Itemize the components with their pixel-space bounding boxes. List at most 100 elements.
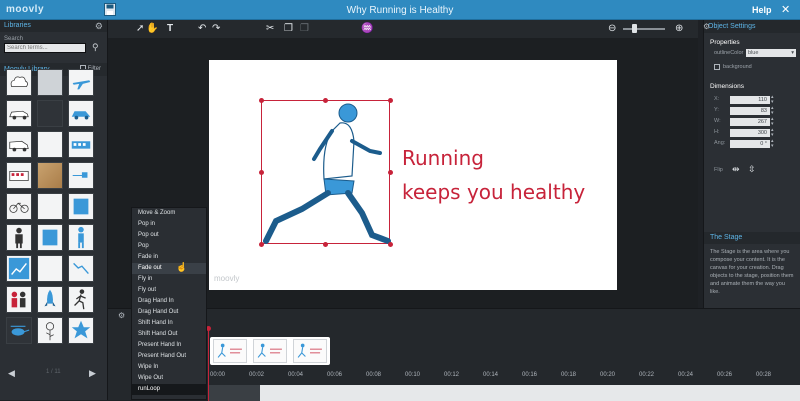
dimension-value-input[interactable]: 300 — [730, 129, 770, 137]
animation-menu-item[interactable]: runLoop — [132, 384, 206, 395]
playhead[interactable] — [206, 326, 211, 401]
asset-rocket[interactable] — [37, 286, 63, 313]
close-icon[interactable]: ✕ — [781, 3, 790, 16]
outline-color-select[interactable]: blue ▾ — [746, 49, 796, 57]
animation-menu-item[interactable]: Fly out — [132, 285, 206, 296]
asset-wood-texture[interactable] — [37, 162, 63, 189]
asset-car[interactable] — [6, 100, 32, 127]
asset-chart-up[interactable] — [6, 255, 32, 282]
undo-icon[interactable]: ↶ — [198, 23, 206, 34]
prev-page-arrow-icon[interactable]: ◀ — [8, 368, 15, 379]
hand-tool-icon[interactable]: ✋ — [146, 23, 158, 34]
asset-people[interactable] — [6, 286, 32, 313]
asset-blank-white[interactable] — [37, 131, 63, 158]
resize-handle-br[interactable] — [388, 242, 393, 247]
resize-handle-tm[interactable] — [323, 98, 328, 103]
asset-car-blue[interactable] — [68, 100, 94, 127]
animation-menu-item[interactable]: Drag Hand Out — [132, 307, 206, 318]
stage-canvas[interactable]: Running keeps you healthy moovly — [209, 60, 617, 290]
asset-chart-down[interactable] — [68, 255, 94, 282]
asset-runner[interactable] — [68, 286, 94, 313]
animation-menu-item[interactable]: Pop in — [132, 219, 206, 230]
animation-menu-item[interactable]: Present Hand Out — [132, 351, 206, 362]
asset-bicycle[interactable] — [6, 193, 32, 220]
resize-handle-bl[interactable] — [259, 242, 264, 247]
stepper-icon[interactable]: ▴ ▾ — [771, 128, 776, 138]
asset-plug[interactable] — [68, 162, 94, 189]
zoom-slider-knob[interactable] — [632, 24, 637, 33]
selection-box[interactable] — [261, 100, 391, 245]
runner-illustration[interactable] — [262, 101, 391, 245]
thumbnail-frame[interactable] — [253, 339, 287, 363]
cut-icon[interactable]: ✂ — [266, 23, 274, 34]
background-checkbox[interactable] — [714, 63, 720, 70]
stepper-icon[interactable]: ▴ ▾ — [771, 106, 776, 116]
asset-cloud[interactable] — [6, 69, 32, 96]
dimension-value-input[interactable]: 83 — [730, 107, 770, 115]
search-icon[interactable]: ⚲ — [92, 42, 99, 53]
dimension-value-input[interactable]: 110 — [730, 96, 770, 104]
document-title[interactable]: Why Running is Healthy — [0, 5, 800, 16]
asset-dark-tile[interactable] — [37, 100, 63, 127]
animation-menu-item[interactable]: Fade in — [132, 252, 206, 263]
flip-vertical-icon[interactable]: ⇳ — [748, 164, 756, 175]
copy-icon[interactable]: ❐ — [284, 23, 293, 34]
animation-menu-item[interactable]: Fade out — [132, 263, 206, 274]
asset-blue-square[interactable] — [68, 193, 94, 220]
stepper-icon[interactable]: ▴ ▾ — [771, 95, 776, 105]
timeline-segment[interactable] — [208, 385, 260, 401]
animation-menu-item[interactable]: Shift Hand In — [132, 318, 206, 329]
animation-menu-item[interactable]: Wipe In — [132, 362, 206, 373]
paste-icon[interactable]: ❐ — [300, 23, 309, 34]
asset-person-blue[interactable] — [68, 224, 94, 251]
help-button[interactable]: Help — [752, 5, 772, 15]
zoom-slider-track[interactable] — [623, 28, 665, 30]
dimension-value-input[interactable]: 267 — [730, 118, 770, 126]
timeline-thumbnails[interactable] — [210, 337, 330, 365]
asset-businessman[interactable] — [6, 224, 32, 251]
stage-text-line1[interactable]: Running — [402, 146, 484, 170]
dimension-value-input[interactable]: 0 ° — [730, 140, 770, 148]
stage-text-line2[interactable]: keeps you healthy — [402, 180, 585, 204]
animation-menu-item[interactable]: Pop out — [132, 230, 206, 241]
asset-train[interactable] — [68, 131, 94, 158]
stepper-icon[interactable]: ▴ ▾ — [771, 139, 776, 149]
asset-blue-square-2[interactable] — [37, 224, 63, 251]
animation-menu-item[interactable]: Shift Hand Out — [132, 329, 206, 340]
redo-icon[interactable]: ↷ — [212, 23, 220, 34]
thumbnail-frame[interactable] — [293, 339, 327, 363]
asset-blank-white-3[interactable] — [37, 255, 63, 282]
resize-handle-tl[interactable] — [259, 98, 264, 103]
resize-handle-bm[interactable] — [323, 242, 328, 247]
animation-menu-item[interactable]: Wipe Out — [132, 373, 206, 384]
timeline-ruler[interactable]: 00:00 00:02 00:04 00:06 00:08 00:10 00:12 00:14… — [208, 371, 800, 383]
gear-icon[interactable]: ⚙ — [118, 311, 125, 320]
zoom-out-icon[interactable]: ⊖ — [608, 23, 616, 34]
asset-bus[interactable] — [6, 162, 32, 189]
zoom-in-icon[interactable]: ⊕ — [675, 23, 683, 34]
select-arrow-icon[interactable]: ➚ — [136, 23, 144, 34]
asset-star[interactable] — [68, 317, 94, 344]
thumbnail-frame[interactable] — [213, 339, 247, 363]
animation-menu-item[interactable]: Pop — [132, 241, 206, 252]
asset-van[interactable] — [6, 131, 32, 158]
animation-menu-item[interactable]: Move & Zoom — [132, 208, 206, 219]
flip-horizontal-icon[interactable]: ⇹ — [732, 164, 740, 175]
gear-icon[interactable]: ⚙ — [703, 20, 710, 33]
asset-flower[interactable] — [37, 317, 63, 344]
text-tool-icon[interactable]: T — [167, 23, 173, 34]
gear-icon[interactable]: ⚙ — [95, 20, 103, 32]
animation-menu-item[interactable]: Fly in — [132, 274, 206, 285]
animation-menu-item[interactable]: Drag Hand In — [132, 296, 206, 307]
animation-menu-item[interactable]: Present Hand In — [132, 340, 206, 351]
asset-helicopter[interactable] — [6, 317, 32, 344]
search-input[interactable] — [4, 43, 86, 53]
asset-airplane[interactable] — [68, 69, 94, 96]
next-page-arrow-icon[interactable]: ▶ — [89, 368, 96, 379]
asset-blank-white-2[interactable] — [37, 193, 63, 220]
resize-handle-tr[interactable] — [388, 98, 393, 103]
format-painter-icon[interactable]: ♒ — [361, 23, 373, 34]
resize-handle-ml[interactable] — [259, 170, 264, 175]
resize-handle-mr[interactable] — [388, 170, 393, 175]
stepper-icon[interactable]: ▴ ▾ — [771, 117, 776, 127]
